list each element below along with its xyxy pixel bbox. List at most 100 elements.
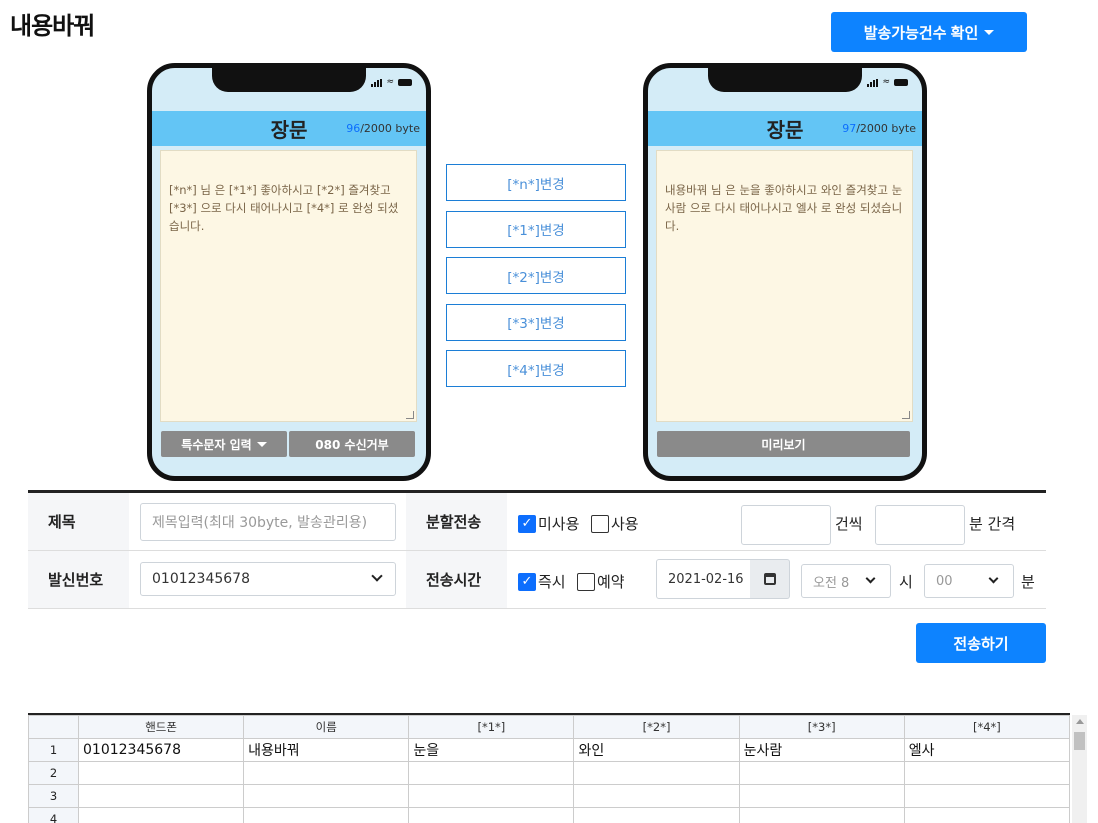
column-header[interactable]: 핸드폰 (77, 715, 245, 739)
column-header[interactable]: [*3*] (738, 715, 905, 739)
column-header[interactable]: [*2*] (573, 715, 740, 739)
split-count-input[interactable] (741, 505, 831, 545)
change-n-button[interactable]: [*n*]변경 (446, 164, 626, 201)
count-button-label: 발송가능건수 확인 (863, 24, 979, 42)
row-index: 2 (28, 761, 79, 785)
grid-cell[interactable]: 엘사 (903, 738, 1071, 762)
form-row-subject: 제목 제목입력(최대 30byte, 발송관리용) 분할전송 ✓ 미사용 사용 건… (28, 493, 1046, 551)
phone-editor: ≈ 장문 96/2000 byte [*n*] 님 은 [*1*] 좋아하시고 … (147, 63, 431, 481)
split-interval-input[interactable] (875, 505, 965, 545)
grid-cell[interactable] (243, 761, 410, 785)
grid-cell[interactable] (77, 761, 245, 785)
grid-cell[interactable] (243, 807, 410, 823)
special-char-button[interactable]: 특수문자 입력 (161, 431, 287, 457)
preview-text: 내용바꿔 님 은 눈을 좋아하시고 와인 즐겨찾고 눈사람 으로 다시 태어나시… (665, 183, 903, 233)
grid-header-row: 핸드폰 이름 [*1*] [*2*] [*3*] [*4*] (28, 715, 1071, 739)
caret-down-icon (984, 29, 995, 35)
chevron-down-icon (865, 573, 876, 584)
sender-select[interactable]: 01012345678 (140, 562, 396, 596)
grid-cell[interactable] (77, 807, 245, 823)
variable-change-buttons: [*n*]변경 [*1*]변경 [*2*]변경 [*3*]변경 [*4*]변경 (446, 164, 626, 397)
phone-notch (708, 68, 862, 92)
subject-input[interactable]: 제목입력(최대 30byte, 발송관리용) (140, 503, 396, 541)
table-row: 1 01012345678 내용바꿔 눈을 와인 눈사람 엘사 (28, 738, 1071, 762)
battery-icon (398, 79, 412, 86)
grid-cell[interactable] (903, 761, 1071, 785)
minute-select[interactable]: 00 (924, 564, 1014, 598)
wifi-icon: ≈ (386, 77, 394, 87)
message-type-title: 장문 (766, 118, 804, 142)
grid-cell[interactable] (903, 807, 1071, 823)
grid-corner (28, 715, 79, 739)
change-4-button[interactable]: [*4*]변경 (446, 350, 626, 387)
split-count-unit: 건씩 (835, 515, 863, 533)
message-textarea[interactable]: [*n*] 님 은 [*1*] 좋아하시고 [*2*] 즐겨찾고 [*3*] 으… (160, 150, 417, 422)
message-type-title: 장문 (270, 118, 308, 142)
grid-cell[interactable]: 눈을 (408, 738, 575, 762)
grid-cell[interactable] (408, 807, 575, 823)
preview-textarea[interactable]: 내용바꿔 님 은 눈을 좋아하시고 와인 즐겨찾고 눈사람 으로 다시 태어나시… (656, 150, 913, 422)
status-bar: ≈ (371, 78, 412, 87)
table-row: 2 (28, 761, 1071, 785)
send-time-label: 전송시간 (406, 551, 507, 608)
grid-cell[interactable]: 눈사람 (738, 738, 905, 762)
checkbox-icon (591, 514, 609, 533)
signal-icon (867, 78, 879, 87)
check-available-count-button[interactable]: 발송가능건수 확인 (831, 12, 1027, 52)
row-index: 3 (28, 784, 79, 808)
wifi-icon: ≈ (882, 77, 890, 87)
table-row: 3 (28, 784, 1071, 808)
preview-button[interactable]: 미리보기 (657, 431, 910, 457)
phone-header: 장문 96/2000 byte (152, 111, 426, 146)
column-header[interactable]: [*4*] (903, 715, 1071, 739)
grid-cell[interactable] (738, 784, 905, 808)
grid-cell[interactable] (573, 784, 740, 808)
split-on-checkbox[interactable]: 사용 (591, 513, 639, 534)
grid-cell[interactable]: 와인 (573, 738, 740, 762)
byte-counter: 97/2000 byte (842, 122, 916, 135)
grid-cell[interactable] (903, 784, 1071, 808)
grid-cell[interactable] (573, 761, 740, 785)
message-text: [*n*] 님 은 [*1*] 좋아하시고 [*2*] 즐겨찾고 [*3*] 으… (169, 183, 399, 233)
date-input[interactable]: 2021-02-16 (656, 559, 752, 599)
split-label: 분할전송 (406, 493, 507, 550)
check-icon: ✓ (518, 514, 536, 533)
change-3-button[interactable]: [*3*]변경 (446, 303, 626, 341)
grid-cell[interactable]: 01012345678 (77, 738, 245, 762)
recipient-grid: 핸드폰 이름 [*1*] [*2*] [*3*] [*4*] 1 0101234… (28, 713, 1071, 823)
resize-handle-icon[interactable] (902, 411, 910, 419)
send-button[interactable]: 전송하기 (916, 623, 1046, 663)
form-row-sender: 발신번호 01012345678 전송시간 ✓ 즉시 예약 2021-02-16 … (28, 551, 1046, 609)
page-title: 내용바꿔 (10, 12, 95, 40)
send-reserve-checkbox[interactable]: 예약 (577, 571, 625, 592)
grid-cell[interactable] (573, 807, 740, 823)
calendar-button[interactable] (750, 559, 790, 599)
grid-cell[interactable] (77, 784, 245, 808)
grid-cell[interactable] (408, 761, 575, 785)
phone-notch (212, 68, 366, 92)
resize-handle-icon[interactable] (406, 411, 414, 419)
column-header[interactable]: [*1*] (408, 715, 575, 739)
send-form: 제목 제목입력(최대 30byte, 발송관리용) 분할전송 ✓ 미사용 사용 건… (28, 490, 1046, 609)
grid-scrollbar[interactable] (1072, 715, 1087, 823)
status-bar: ≈ (867, 78, 908, 87)
split-interval-unit: 분 간격 (969, 515, 1016, 533)
grid-cell[interactable] (738, 807, 905, 823)
reject-080-button[interactable]: 080 수신거부 (289, 431, 415, 457)
scroll-thumb[interactable] (1074, 732, 1085, 750)
scroll-up-icon[interactable] (1075, 719, 1084, 724)
split-off-checkbox[interactable]: ✓ 미사용 (518, 513, 579, 534)
column-header[interactable]: 이름 (243, 715, 410, 739)
grid-cell[interactable] (243, 784, 410, 808)
row-index: 1 (28, 738, 79, 762)
grid-cell[interactable] (408, 784, 575, 808)
grid-cell[interactable] (738, 761, 905, 785)
change-1-button[interactable]: [*1*]변경 (446, 210, 626, 248)
hour-select[interactable]: 오전 8 (801, 564, 891, 598)
checkbox-icon (577, 572, 595, 591)
change-2-button[interactable]: [*2*]변경 (446, 257, 626, 294)
send-now-checkbox[interactable]: ✓ 즉시 (518, 571, 566, 592)
phone-header: 장문 97/2000 byte (648, 111, 922, 146)
sender-label: 발신번호 (28, 551, 129, 608)
grid-cell[interactable]: 내용바꿔 (243, 738, 410, 762)
